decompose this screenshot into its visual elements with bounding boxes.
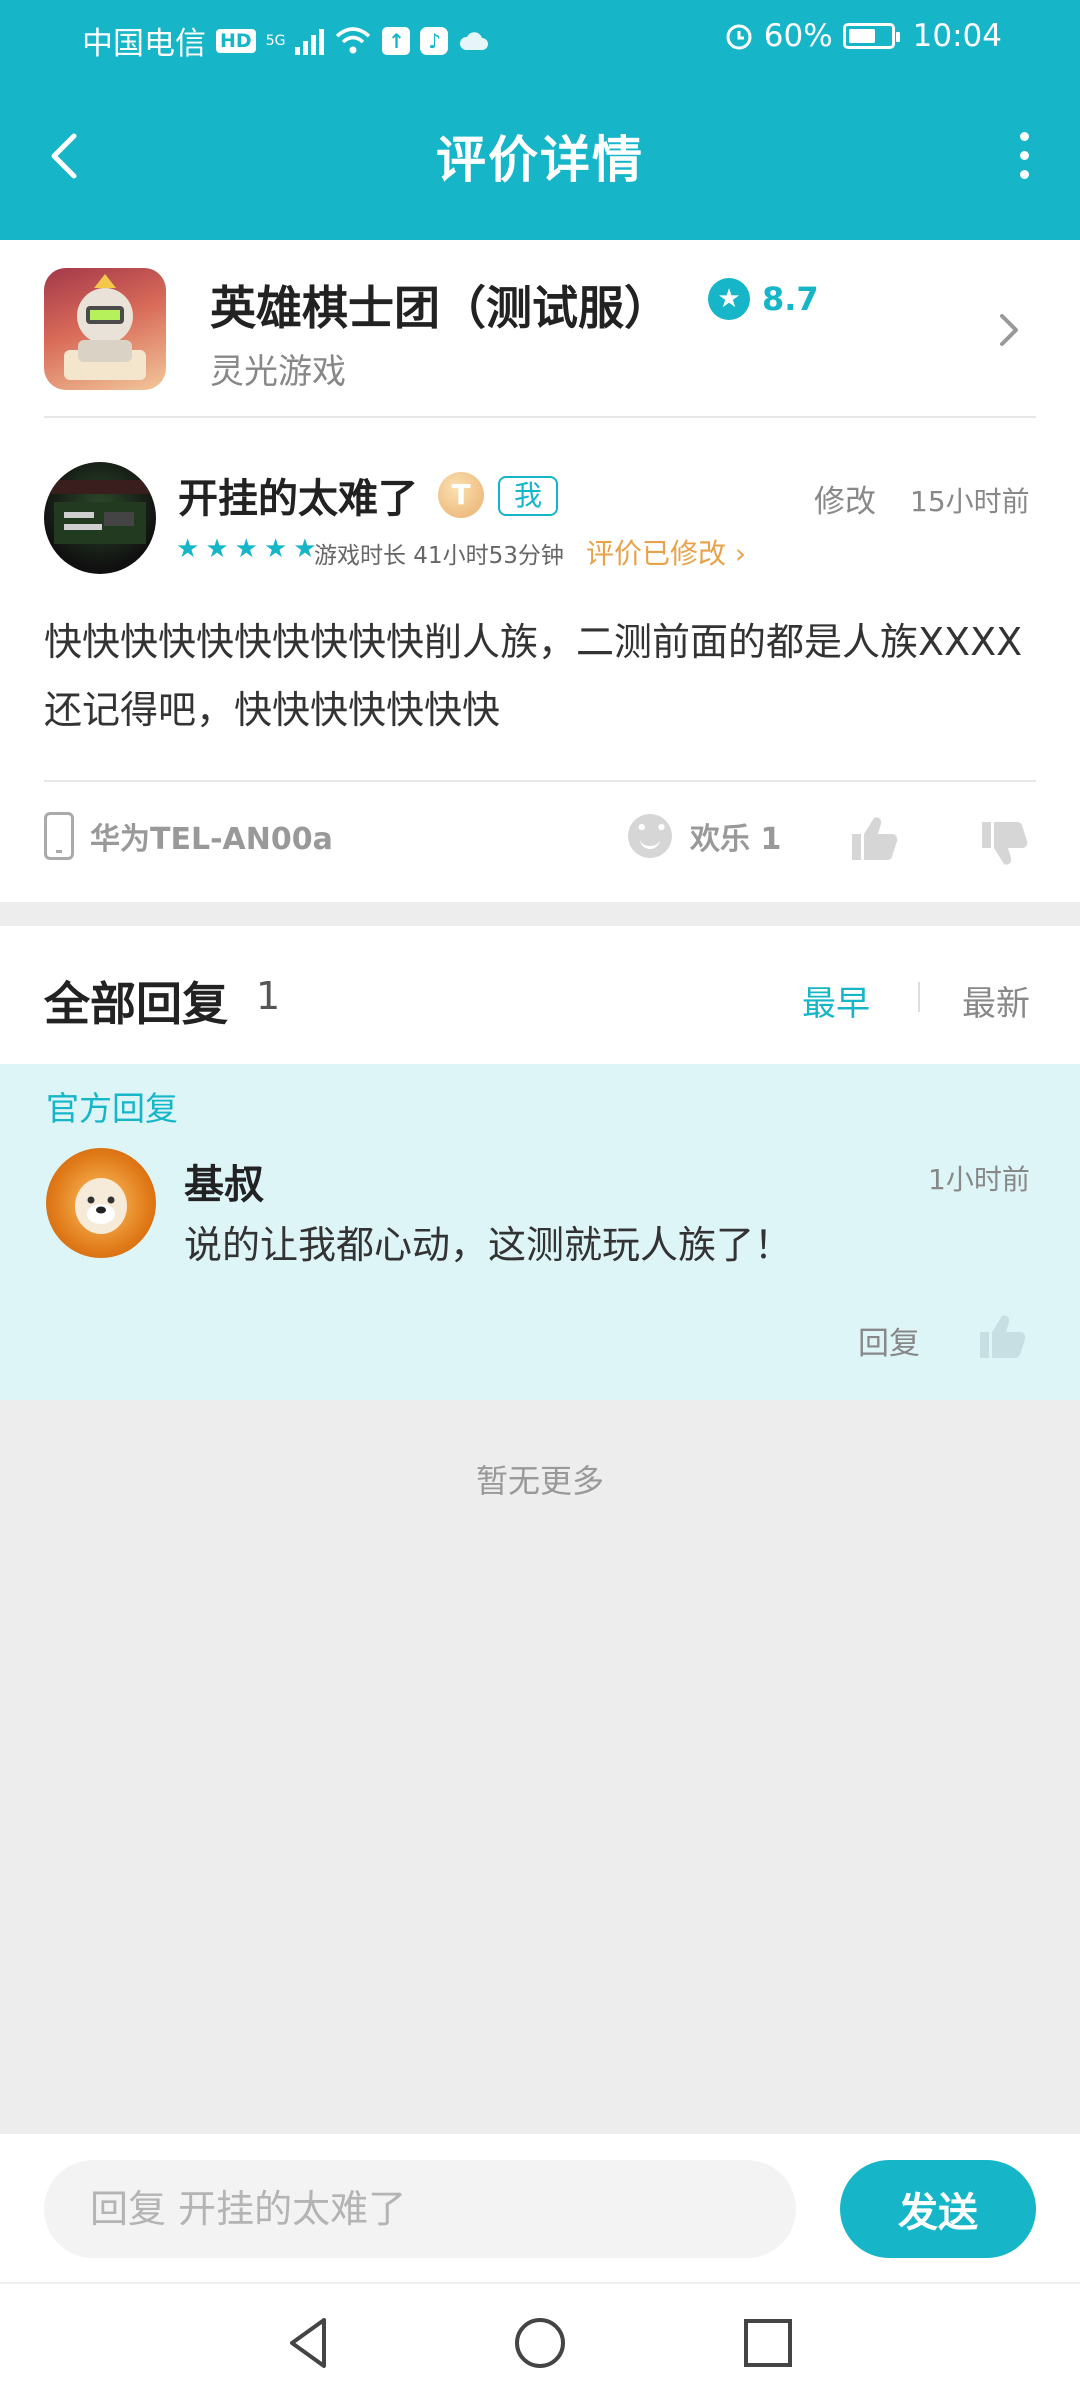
- replies-title: 全部回复: [44, 977, 228, 1031]
- signal-icon: [295, 27, 325, 55]
- edit-button[interactable]: 修改: [814, 476, 876, 521]
- nav-back-icon[interactable]: [274, 2308, 344, 2378]
- clock: 10:04: [912, 18, 1002, 54]
- send-button[interactable]: 发送: [840, 2160, 1036, 2258]
- status-bar: 中国电信 HD 5G ↑ ♪ 60% 10:04: [0, 0, 1080, 72]
- system-nav-bar: [0, 2282, 1080, 2400]
- review-text: 快快快快快快快快快快削人族，二测前面的都是人族XXXX还记得吧，快快快快快快快: [44, 620, 1023, 732]
- reply-time: 1小时前: [928, 1163, 1030, 1196]
- replier-avatar[interactable]: [46, 1148, 156, 1258]
- more-options-icon[interactable]: [1004, 120, 1044, 190]
- reaction-button[interactable]: 欢乐 1: [628, 814, 781, 858]
- thumbs-down-icon[interactable]: [978, 818, 1028, 868]
- nav-recents-icon[interactable]: [733, 2308, 803, 2378]
- cloud-icon: [460, 31, 489, 50]
- reviewer-avatar[interactable]: [44, 462, 156, 574]
- thumbs-up-icon[interactable]: [976, 1312, 1026, 1362]
- star-icon: ★: [234, 534, 258, 564]
- battery-percent: 60%: [763, 18, 833, 54]
- star-icon: ★: [263, 534, 288, 564]
- sort-latest-tab[interactable]: 最新: [962, 976, 1030, 1025]
- header: 中国电信 HD 5G ↑ ♪ 60% 10:04 评价详情: [0, 0, 1080, 240]
- official-reply: 官方回复 基叔 1小时前 说的让我都心动，这测就玩人族了！ 回复: [0, 1064, 1080, 1400]
- replies-header: 全部回复 1 最早 最新: [0, 926, 1080, 1064]
- game-icon[interactable]: [44, 268, 166, 390]
- review-card: 英雄棋士团（测试服） ★ 8.7 灵光游戏 开挂的太难了 T 我 修改 15小时…: [0, 240, 1080, 902]
- game-name[interactable]: 英雄棋士团（测试服）: [210, 272, 670, 338]
- star-icon: ★: [205, 534, 229, 564]
- chevron-right-icon[interactable]: [996, 308, 1024, 352]
- replies-count: 1: [256, 974, 281, 1018]
- reaction-label: 欢乐 1: [690, 822, 782, 857]
- official-reply-label: 官方回复: [46, 1089, 178, 1128]
- sort-earliest-tab[interactable]: 最早: [802, 976, 870, 1025]
- reply-input-bar: 发送: [0, 2134, 1080, 2282]
- level-badge: T: [438, 472, 484, 518]
- reviewer-name[interactable]: 开挂的太难了: [178, 466, 418, 524]
- divider: [918, 982, 920, 1012]
- wifi-icon: [336, 26, 371, 53]
- phone-icon: [44, 812, 74, 860]
- star-icon: ★: [176, 534, 200, 564]
- device-name: 华为TEL-AN00a: [90, 822, 333, 857]
- divider: [44, 416, 1036, 418]
- reply-input[interactable]: [44, 2160, 796, 2258]
- thumbs-up-icon[interactable]: [848, 814, 898, 864]
- upload-icon: ↑: [382, 26, 411, 55]
- network-type: 5G: [265, 32, 286, 49]
- smile-icon: [628, 814, 672, 858]
- chevron-right-icon: ›: [734, 537, 747, 570]
- hd-icon: HD: [216, 28, 256, 53]
- review-time: 15小时前: [910, 485, 1030, 518]
- game-rating: ★ 8.7: [708, 278, 819, 320]
- developer-name: 灵光游戏: [210, 352, 346, 392]
- me-tag: 我: [498, 476, 558, 516]
- battery-icon: [842, 23, 900, 49]
- divider: [44, 780, 1036, 782]
- alarm-icon: [726, 24, 752, 50]
- review-modified-label: 评价已修改: [586, 537, 727, 570]
- reply-button[interactable]: 回复: [858, 1318, 920, 1363]
- carrier-label: 中国电信: [82, 26, 206, 62]
- device-info: 华为TEL-AN00a: [44, 812, 333, 860]
- review-modified-link[interactable]: 评价已修改 ›: [586, 532, 746, 572]
- replier-name[interactable]: 基叔: [184, 1152, 264, 1210]
- music-icon: ♪: [420, 26, 449, 55]
- rating-value: 8.7: [762, 280, 819, 318]
- star-icon: ★: [708, 278, 750, 320]
- rating-stars: ★ ★ ★ ★ ★: [176, 534, 317, 564]
- page-title: 评价详情: [436, 131, 644, 189]
- playtime: 游戏时长 41小时53分钟: [314, 543, 564, 569]
- nav-home-icon[interactable]: [505, 2308, 575, 2378]
- no-more-label: 暂无更多: [475, 1462, 604, 1500]
- reply-text: 说的让我都心动，这测就玩人族了！: [184, 1223, 793, 1267]
- app-bar: 评价详情: [0, 90, 1080, 220]
